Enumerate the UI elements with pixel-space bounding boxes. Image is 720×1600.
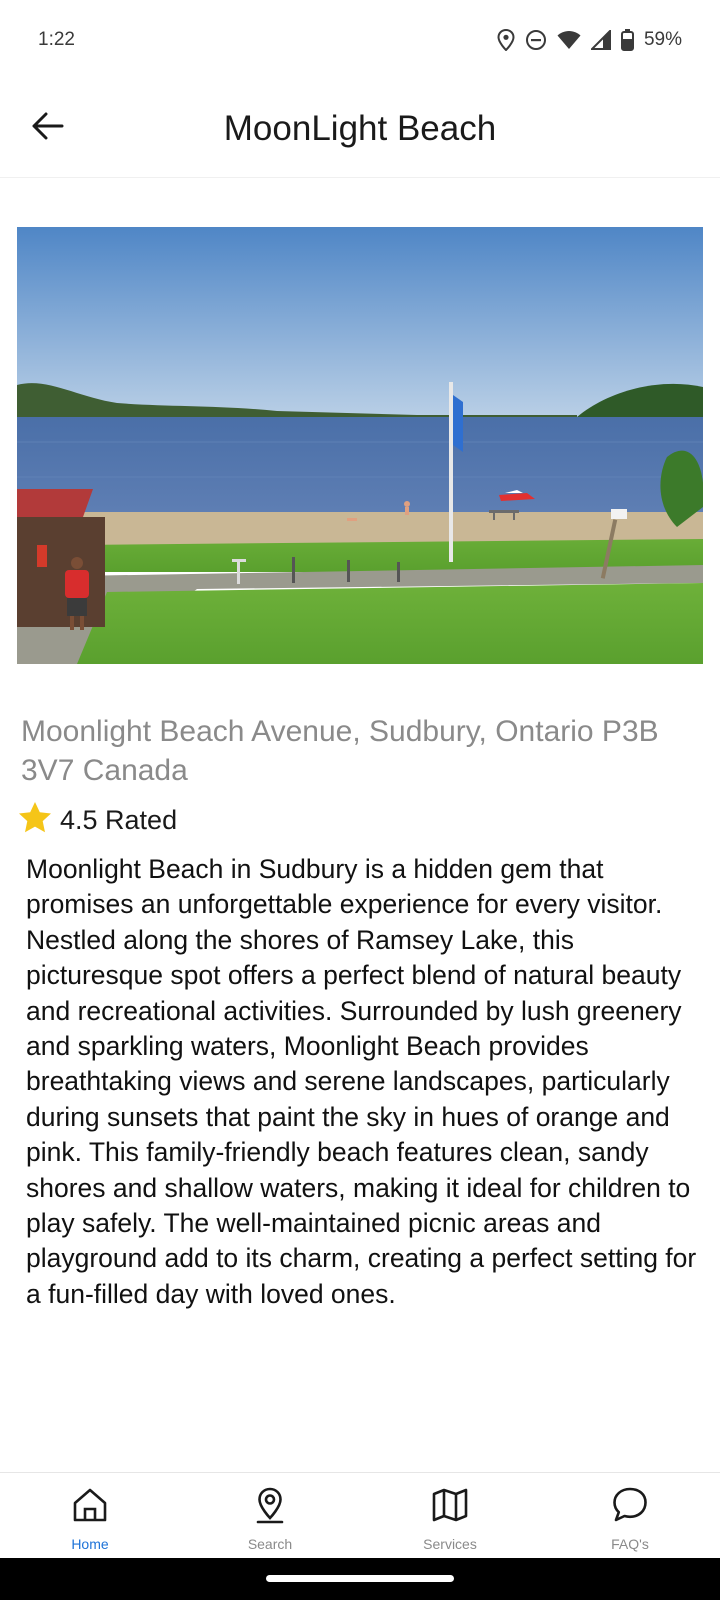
map-pin-icon (250, 1485, 290, 1530)
gesture-handle[interactable] (266, 1575, 454, 1582)
chat-bubble-icon (610, 1485, 650, 1530)
place-description: Moonlight Beach in Sudbury is a hidden g… (26, 854, 697, 1309)
nav-item-services[interactable]: Services (360, 1473, 540, 1552)
location-icon (497, 29, 515, 51)
nav-label-services: Services (423, 1536, 477, 1552)
back-button[interactable] (28, 108, 68, 148)
dnd-icon (525, 29, 547, 51)
map-icon (430, 1485, 470, 1530)
rating-row: 4.5 Rated (18, 800, 177, 840)
rating-text: 4.5 Rated (60, 804, 178, 835)
place-address: Moonlight Beach Avenue, Sudbury, Ontario… (21, 715, 659, 787)
status-icons: 59% (497, 29, 682, 51)
status-bar: 1:22 59% (0, 0, 720, 80)
nav-item-faqs[interactable]: FAQ's (540, 1473, 720, 1552)
bottom-navigation: Home Search Services FAQ's (0, 1472, 720, 1558)
nav-label-home: Home (71, 1536, 109, 1552)
home-icon (70, 1485, 110, 1530)
nav-item-search[interactable]: Search (180, 1473, 360, 1552)
battery-percent: 59% (643, 29, 682, 50)
signal-icon (590, 30, 611, 50)
nav-label-faqs: FAQ's (611, 1536, 649, 1552)
status-time: 1:22 (38, 29, 75, 50)
system-gesture-bar (0, 1558, 720, 1600)
page-title: MoonLight Beach (223, 108, 497, 148)
arrow-left-icon (32, 112, 64, 145)
battery-icon (620, 29, 634, 51)
nav-label-search: Search (247, 1536, 293, 1552)
star-icon (18, 801, 52, 840)
beach-photo (17, 227, 703, 664)
app-header: MoonLight Beach (0, 80, 720, 178)
wifi-icon (557, 30, 581, 50)
nav-item-home[interactable]: Home (0, 1473, 180, 1552)
